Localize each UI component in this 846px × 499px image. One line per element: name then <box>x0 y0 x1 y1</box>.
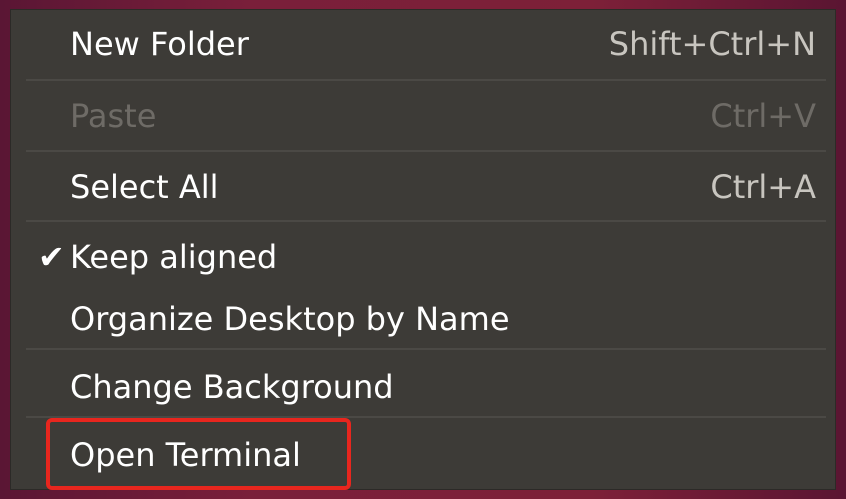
menu-item-shortcut: Ctrl+V <box>710 97 816 135</box>
menu-separator <box>26 348 826 350</box>
menu-item-shortcut: Shift+Ctrl+N <box>608 25 816 63</box>
menu-item-change-background[interactable]: Change Background <box>10 352 836 422</box>
menu-item-organize-desktop[interactable]: Organize Desktop by Name <box>10 284 836 354</box>
menu-item-paste: Paste Ctrl+V <box>10 81 836 151</box>
check-mark-icon: ✔ <box>38 238 65 276</box>
menu-item-label: Organize Desktop by Name <box>70 300 510 338</box>
menu-item-label: Change Background <box>70 368 394 406</box>
menu-item-new-folder[interactable]: New Folder Shift+Ctrl+N <box>10 9 836 79</box>
menu-item-label: Keep aligned <box>70 238 278 276</box>
menu-item-select-all[interactable]: Select All Ctrl+A <box>10 152 836 222</box>
desktop-background: New Folder Shift+Ctrl+N Paste Ctrl+V Sel… <box>0 0 846 499</box>
menu-item-label: Paste <box>70 97 157 135</box>
open-terminal-highlight-box <box>46 418 351 490</box>
menu-item-shortcut: Ctrl+A <box>710 168 816 206</box>
menu-item-keep-aligned[interactable]: ✔ Keep aligned <box>10 222 836 292</box>
menu-item-label: New Folder <box>70 25 249 63</box>
menu-item-label: Select All <box>70 168 219 206</box>
